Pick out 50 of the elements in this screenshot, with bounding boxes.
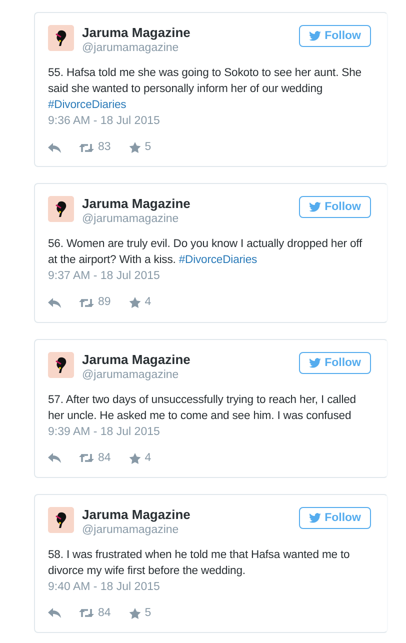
avatar — [48, 506, 74, 533]
favorite-count: 4 — [144, 295, 152, 310]
tweet-text: 57. After two days of unsuccessfully trying to reach her, I called her uncle. He asked me to come and see him. I was confused — [48, 392, 357, 424]
follow-button[interactable]: Follow — [298, 506, 371, 529]
avatar — [48, 25, 74, 51]
author-handle[interactable]: @jarumamagazine — [82, 368, 299, 382]
retweet-icon[interactable] — [79, 453, 94, 464]
retweet-count: 84 — [98, 606, 111, 621]
retweet-icon[interactable] — [79, 608, 94, 618]
reply-icon[interactable] — [48, 608, 61, 618]
retweet-count: 83 — [98, 140, 111, 155]
retweet-icon[interactable] — [79, 298, 94, 308]
avatar — [48, 196, 74, 222]
reply-icon[interactable] — [48, 298, 61, 308]
timestamp[interactable]: 9:37 AM - 18 Jul 2015 — [48, 268, 371, 284]
author-handle[interactable]: @jarumamagazine — [82, 212, 299, 228]
timestamp[interactable]: 9:36 AM - 18 Jul 2015 — [48, 113, 371, 129]
follow-button[interactable]: Follow — [298, 25, 371, 47]
timestamp[interactable]: 9:40 AM - 18 Jul 2015 — [48, 578, 371, 595]
bird-icon — [308, 202, 321, 212]
star-icon[interactable] — [128, 452, 141, 464]
tweet-text: 58. I was frustrated when he told me that Hafsa wanted me to divorce my wife first before the wedding. — [48, 548, 351, 579]
favorite-count: 5 — [144, 140, 152, 155]
author-name[interactable]: Jaruma Magazine — [82, 506, 299, 523]
timestamp[interactable]: 9:39 AM - 18 Jul 2015 — [48, 424, 371, 440]
retweet-count: 84 — [98, 450, 111, 466]
author-name[interactable]: Jaruma Magazine — [82, 25, 299, 41]
hashtag-link[interactable]: #DivorceDiaries — [178, 254, 258, 266]
author-handle[interactable]: @jarumamagazine — [82, 41, 299, 56]
tweet-text: 55. Hafsa told me she was going to Sokoto to see her aunt. She said she wanted to personally inform her of our wedding #DivorceDiaries — [48, 66, 362, 113]
retweet-icon[interactable] — [79, 142, 94, 153]
tweet-text: 56. Women are truly evil. Do you know I actually dropped her off at the airport? With a kiss. #DivorceDiaries — [48, 237, 364, 268]
star-icon[interactable] — [128, 142, 141, 154]
author-name[interactable]: Jaruma Magazine — [82, 196, 299, 212]
reply-icon[interactable] — [48, 453, 61, 464]
bird-icon — [308, 512, 321, 523]
author-name[interactable]: Jaruma Magazine — [82, 352, 299, 368]
retweet-count: 89 — [98, 295, 111, 310]
avatar — [48, 352, 74, 378]
bird-icon — [308, 31, 321, 41]
follow-button[interactable]: Follow — [298, 352, 371, 374]
follow-button[interactable]: Follow — [298, 196, 371, 218]
author-handle[interactable]: @jarumamagazine — [82, 522, 299, 538]
favorite-count: 4 — [144, 450, 152, 466]
star-icon[interactable] — [128, 297, 141, 308]
reply-icon[interactable] — [48, 142, 61, 153]
favorite-count: 5 — [144, 606, 152, 621]
star-icon[interactable] — [128, 608, 141, 619]
bird-icon — [308, 358, 321, 368]
hashtag-link[interactable]: #DivorceDiaries — [48, 99, 126, 111]
